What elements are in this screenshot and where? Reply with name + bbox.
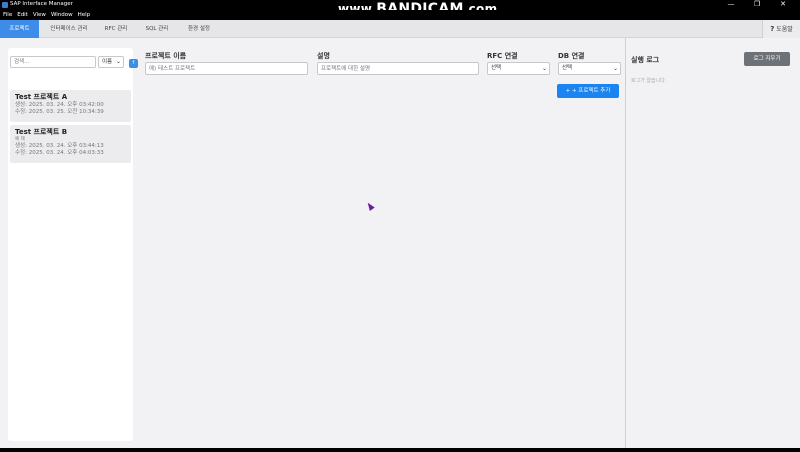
menu-bar: File Edit View Window Help (0, 10, 800, 20)
menu-edit[interactable]: Edit (17, 10, 28, 20)
window-bottom-edge (0, 448, 800, 452)
chevron-down-icon: ⌄ (115, 58, 121, 65)
chevron-down-icon: ⌄ (541, 65, 547, 72)
log-title: 실행 로그 (631, 56, 660, 64)
db-connection-select[interactable]: 선택 ⌄ (558, 62, 621, 75)
app-icon (2, 2, 8, 8)
description-label: 설명 (317, 52, 330, 60)
tab-settings[interactable]: 환경 설정 (180, 20, 218, 38)
menu-help[interactable]: Help (78, 10, 91, 20)
menu-file[interactable]: File (3, 10, 12, 20)
help-icon: ? (770, 25, 775, 33)
sort-direction-button[interactable]: ↑ (129, 59, 138, 68)
description-input[interactable] (317, 62, 479, 75)
tab-bar: 프로젝트 인터페이스 관리 RFC 관리 SQL 관리 환경 설정 ? 도움말 (0, 20, 800, 38)
rfc-select-value: 선택 (491, 65, 502, 71)
project-modified: 수정: 2025. 03. 24. 오후 04:03:33 (15, 150, 104, 156)
project-modified: 수정: 2025. 03. 25. 오전 10:34:39 (15, 109, 104, 115)
tab-projects[interactable]: 프로젝트 (0, 20, 39, 38)
search-input[interactable] (10, 56, 96, 68)
close-icon[interactable]: ✕ (770, 0, 796, 10)
add-project-button[interactable]: + + 프로젝트 추가 (557, 84, 619, 98)
sort-select[interactable]: 이름 ⌄ (98, 56, 124, 68)
tab-sql[interactable]: SQL 관리 (138, 20, 176, 38)
db-select-value: 선택 (562, 65, 573, 71)
help-button[interactable]: ? 도움말 (762, 20, 800, 38)
project-name-input[interactable] (145, 62, 308, 75)
project-name: Test 프로젝트 B (15, 128, 68, 136)
menu-view[interactable]: View (33, 10, 46, 20)
project-list-item[interactable]: Test 프로젝트 B 예 제 생성: 2025. 03. 24. 오후 03:… (10, 125, 131, 163)
project-sidebar: 이름 ⌄ ↑ Test 프로젝트 A 생성: 2025. 03. 24. 오후 … (8, 48, 138, 441)
db-connection-label: DB 연결 (558, 52, 585, 60)
chevron-down-icon: ⌄ (612, 65, 618, 72)
window-controls: — ❐ ✕ (718, 0, 796, 10)
tab-rfc[interactable]: RFC 관리 (98, 20, 134, 38)
project-created: 생성: 2025. 03. 24. 오후 03:42:00 (15, 102, 104, 108)
menu-window[interactable]: Window (51, 10, 73, 20)
main-content: 이름 ⌄ ↑ Test 프로젝트 A 생성: 2025. 03. 24. 오후 … (0, 38, 800, 448)
rfc-connection-label: RFC 연결 (487, 52, 518, 60)
project-created: 생성: 2025. 03. 24. 오후 03:44:13 (15, 143, 104, 149)
log-empty-message: 로그가 없습니다. (631, 78, 667, 84)
execution-log-panel: 실행 로그 로그 지우기 로그가 없습니다. (625, 38, 800, 448)
rfc-connection-select[interactable]: 선택 ⌄ (487, 62, 550, 75)
project-name-label: 프로젝트 이름 (145, 52, 187, 60)
tab-interfaces[interactable]: 인터페이스 관리 (42, 20, 96, 38)
project-name: Test 프로젝트 A (15, 93, 68, 101)
clear-log-button[interactable]: 로그 지우기 (744, 52, 790, 66)
minimize-icon[interactable]: — (718, 0, 744, 10)
help-label: 도움말 (776, 26, 793, 33)
project-list-item[interactable]: Test 프로젝트 A 생성: 2025. 03. 24. 오후 03:42:0… (10, 90, 131, 122)
sort-select-value: 이름 (102, 59, 113, 65)
window-title: SAP Interface Manager (10, 1, 73, 7)
maximize-icon[interactable]: ❐ (744, 0, 770, 10)
